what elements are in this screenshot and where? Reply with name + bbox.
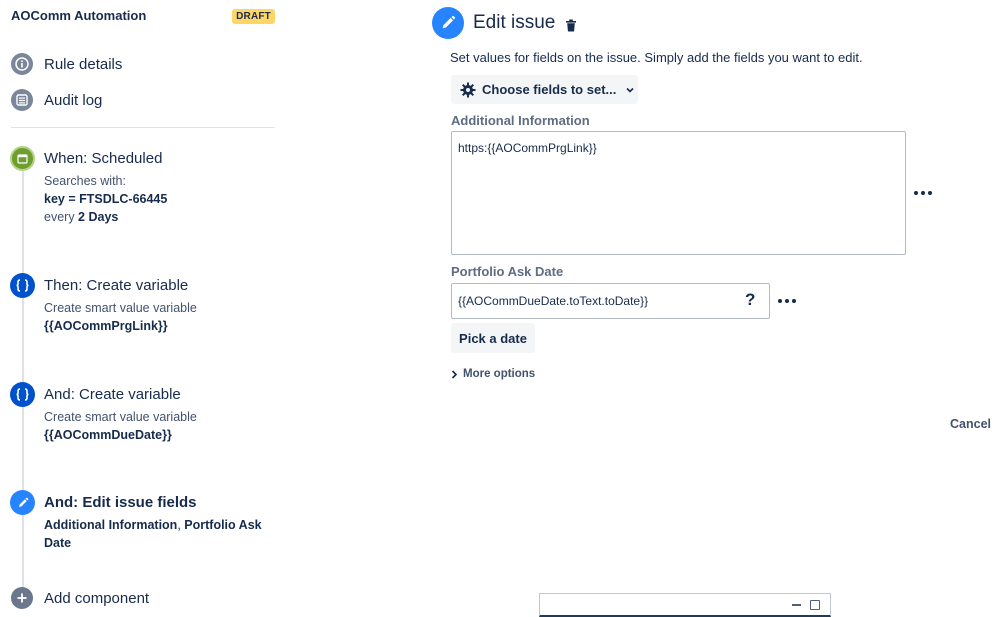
- component-edit-issue-fields[interactable]: And: Edit issue fields Additional Inform…: [10, 490, 280, 556]
- component-title: And: Create variable: [44, 386, 181, 403]
- field-label-portfolio-ask-date: Portfolio Ask Date: [451, 264, 564, 279]
- component-description: Searches with: key = FTSDLC-66445 every …: [44, 172, 284, 226]
- query-operator: =: [64, 192, 80, 206]
- maximize-icon[interactable]: [810, 600, 820, 610]
- sidebar: AOComm Automation DRAFT Rule details Aud…: [0, 0, 290, 617]
- schedule-prefix: every: [44, 210, 79, 224]
- query-key: key: [44, 192, 65, 206]
- component-when-scheduled[interactable]: When: Scheduled Searches with: key = FTS…: [10, 146, 280, 236]
- search-query: key = FTSDLC-66445: [44, 190, 284, 208]
- rule-title: AOComm Automation: [11, 8, 147, 23]
- schedule: every 2 Days: [44, 208, 284, 226]
- nav-label: Rule details: [44, 55, 123, 73]
- choose-fields-button[interactable]: Choose fields to set...: [451, 75, 638, 104]
- portfolio-ask-date-input[interactable]: {{AOCommDueDate.toText.toDate}}: [451, 283, 770, 319]
- page-description: Set values for fields on the issue. Simp…: [450, 50, 863, 65]
- add-component-button[interactable]: Add component: [10, 587, 280, 611]
- component-description: Create smart value variable: [44, 410, 197, 424]
- main-header: Edit issue: [432, 7, 577, 39]
- plus-icon: [11, 587, 33, 609]
- pick-a-date-button[interactable]: Pick a date: [451, 323, 535, 353]
- field-label-additional-information: Additional Information: [451, 113, 590, 128]
- info-icon: [11, 53, 33, 75]
- cancel-button[interactable]: Cancel: [950, 417, 991, 431]
- choose-fields-label: Choose fields to set...: [482, 82, 617, 97]
- edited-field: Additional Information: [44, 518, 178, 532]
- add-component-label: Add component: [44, 590, 150, 607]
- rule-header: AOComm Automation DRAFT: [11, 8, 275, 26]
- chevron-down-icon: [625, 85, 635, 95]
- divider: [11, 127, 275, 128]
- list-icon: [11, 89, 33, 111]
- edited-fields: Additional Information, Portfolio Ask Da…: [44, 516, 284, 552]
- more-actions-icon[interactable]: [914, 191, 932, 195]
- chevron-right-icon: [451, 369, 458, 379]
- nav-item-audit-log[interactable]: Audit log: [11, 89, 102, 111]
- component-title: And: Edit issue fields: [44, 494, 197, 511]
- additional-information-textarea[interactable]: https:{{AOCommPrgLink}}: [451, 131, 906, 255]
- braces-icon: [10, 382, 35, 407]
- component-title: Then: Create variable: [44, 277, 189, 294]
- minimized-window[interactable]: [539, 593, 831, 617]
- status-badge: DRAFT: [232, 9, 275, 24]
- component-title: When: Scheduled: [44, 150, 163, 167]
- query-value: FTSDLC-66445: [79, 192, 168, 206]
- trash-icon[interactable]: [565, 19, 577, 32]
- component-description: Create smart value variable: [44, 301, 197, 315]
- pencil-icon: [432, 7, 464, 39]
- more-actions-icon[interactable]: [778, 299, 796, 303]
- gear-icon: [460, 82, 476, 98]
- nav-item-rule-details[interactable]: Rule details: [11, 53, 122, 75]
- more-options-label: More options: [463, 368, 536, 380]
- search-intro: Searches with:: [44, 174, 126, 188]
- braces-icon: [10, 273, 35, 298]
- more-options-toggle[interactable]: More options: [451, 368, 535, 380]
- variable-name: {{AOCommDueDate}}: [44, 428, 172, 442]
- pencil-icon: [10, 490, 35, 515]
- component-and-create-variable[interactable]: And: Create variable Create smart value …: [10, 382, 280, 452]
- schedule-value: 2 Days: [78, 210, 119, 224]
- component-then-create-variable[interactable]: Then: Create variable Create smart value…: [10, 273, 280, 343]
- help-icon[interactable]: ?: [745, 290, 755, 310]
- variable-name: {{AOCommPrgLink}}: [44, 319, 168, 333]
- nav-label: Audit log: [44, 91, 103, 109]
- calendar-icon: [10, 146, 35, 171]
- minimize-icon[interactable]: [792, 604, 801, 606]
- page-title: Edit issue: [473, 12, 556, 33]
